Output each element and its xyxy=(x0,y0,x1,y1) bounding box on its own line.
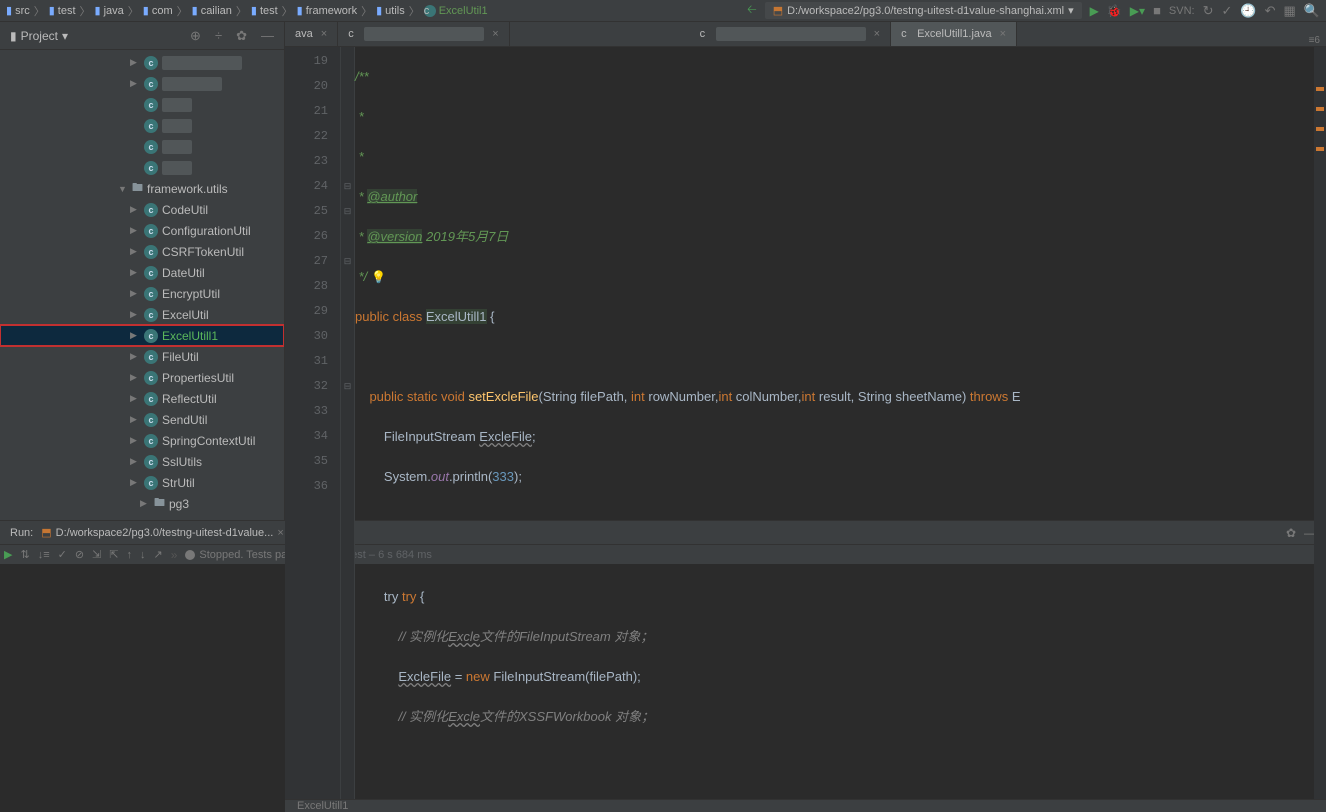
test-ignored-icon[interactable]: ⊘ xyxy=(75,548,84,561)
run-tab[interactable]: ⬒D:/workspace2/pg3.0/testng-uitest-d1val… xyxy=(41,526,284,539)
fold-icon[interactable]: ⊟ xyxy=(341,374,354,399)
bc-test[interactable]: ▮test xyxy=(49,4,76,17)
revert-icon[interactable]: ↶ xyxy=(1265,3,1276,19)
tree-file-sslutils[interactable]: ▶cSslUtils xyxy=(0,451,284,472)
target-icon[interactable]: ⊕ xyxy=(190,28,201,44)
history-icon[interactable]: 🕘 xyxy=(1240,3,1256,19)
gear-icon[interactable]: ✿ xyxy=(236,28,247,44)
debug-icon[interactable]: 🐞 xyxy=(1107,4,1122,18)
bc-java[interactable]: ▮java xyxy=(95,4,124,17)
tree-file-dateutil[interactable]: ▶cDateUtil xyxy=(0,262,284,283)
line-gutter: 192021222324252627282930313233343536 xyxy=(285,47,341,799)
layout-icon[interactable]: ▦ xyxy=(1284,3,1296,19)
tree-item-blur[interactable]: c xyxy=(0,115,284,136)
next-icon[interactable]: ↓ xyxy=(140,549,146,561)
run-label: Run: xyxy=(10,527,33,539)
close-icon[interactable]: × xyxy=(492,28,498,40)
sidebar-title[interactable]: ▮ Project ▾ xyxy=(10,29,68,43)
run-icon[interactable]: ▶ xyxy=(4,548,12,561)
tree-file-springcontextutil[interactable]: ▶cSpringContextUtil xyxy=(0,430,284,451)
close-icon[interactable]: × xyxy=(321,28,327,40)
export-icon[interactable]: ↗ xyxy=(153,548,162,561)
fold-icon[interactable]: ⊟ xyxy=(341,249,354,274)
nav-back-icon[interactable]: 🡠 xyxy=(747,0,757,21)
tree-file-configurationutil[interactable]: ▶cConfigurationUtil xyxy=(0,220,284,241)
expand-icon[interactable]: ⇲ xyxy=(92,548,101,561)
tree-file-excelutil[interactable]: ▶cExcelUtil xyxy=(0,304,284,325)
bulb-icon[interactable]: 💡 xyxy=(371,270,386,284)
bc-src[interactable]: ▮src xyxy=(6,4,30,17)
hide-icon[interactable]: — xyxy=(261,28,274,44)
tab-active[interactable]: cExcelUtill1.java× xyxy=(891,22,1017,46)
tab-blur[interactable]: c× xyxy=(690,22,891,46)
bc-utils[interactable]: ▮utils xyxy=(376,4,405,17)
prev-icon[interactable]: ↑ xyxy=(126,549,132,561)
tree-file-encryptutil[interactable]: ▶cEncryptUtil xyxy=(0,283,284,304)
tree-item-blur[interactable]: c xyxy=(0,94,284,115)
tree-file-fileutil[interactable]: ▶cFileUtil xyxy=(0,346,284,367)
bc-framework[interactable]: ▮framework xyxy=(297,4,357,17)
tab-ava[interactable]: ava× xyxy=(285,22,338,46)
test-filter-icon[interactable]: ↓≡ xyxy=(38,549,50,561)
fold-icon[interactable]: ⊟ xyxy=(341,174,354,199)
bc-test2[interactable]: ▮test xyxy=(251,4,278,17)
bc-com[interactable]: ▮com xyxy=(143,4,173,17)
tree-file-propertiesutil[interactable]: ▶cPropertiesUtil xyxy=(0,367,284,388)
error-strip[interactable] xyxy=(1314,47,1326,799)
run-icon[interactable]: ▶ xyxy=(1090,4,1099,18)
collapse-icon[interactable]: ÷ xyxy=(215,28,222,44)
tree-item-blur[interactable]: ▶c xyxy=(0,73,284,94)
close-icon[interactable]: × xyxy=(277,527,283,539)
code-editor[interactable]: 192021222324252627282930313233343536 ⊟ ⊟… xyxy=(285,47,1326,799)
fold-column: ⊟ ⊟ ⊟ ⊟ xyxy=(341,47,355,799)
code-content[interactable]: /** * * * @author * @version 2019年5月7日 *… xyxy=(355,47,1326,799)
tree-file-sendutil[interactable]: ▶cSendUtil xyxy=(0,409,284,430)
editor-tabs: ava× c× c× cExcelUtill1.java× ≡6 xyxy=(285,22,1326,47)
tree-package[interactable]: ▼🖿framework.utils xyxy=(0,178,284,199)
tree-file-excelutill1[interactable]: ▶cExcelUtill1 xyxy=(0,325,284,346)
bc-cailian[interactable]: ▮cailian xyxy=(192,4,232,17)
tree-item-blur[interactable]: c xyxy=(0,157,284,178)
project-sidebar: ▮ Project ▾ ⊕ ÷ ✿ — ▶c ▶c c c c c ▼🖿fram… xyxy=(0,22,285,520)
stop-icon[interactable]: ■ xyxy=(1153,3,1161,18)
tab-list-icon[interactable]: ≡6 xyxy=(1303,35,1326,46)
commit-icon[interactable]: ✓ xyxy=(1222,3,1233,19)
collapse-icon[interactable]: ⇱ xyxy=(109,548,118,561)
run-config-dropdown[interactable]: ⬒D:/workspace2/pg3.0/testng-uitest-d1val… xyxy=(765,2,1082,19)
search-icon[interactable]: 🔍 xyxy=(1304,3,1320,19)
test-sort-icon[interactable]: ⇅ xyxy=(20,548,29,561)
sidebar-header: ▮ Project ▾ ⊕ ÷ ✿ — xyxy=(0,22,284,50)
update-icon[interactable]: ↻ xyxy=(1203,3,1214,19)
editor-panel: ava× c× c× cExcelUtill1.java× ≡6 1920212… xyxy=(285,22,1326,520)
bc-class[interactable]: cExcelUtil1 xyxy=(424,5,488,17)
tree-item-blur[interactable]: c xyxy=(0,136,284,157)
top-toolbar: ▮src〉 ▮test〉 ▮java〉 ▮com〉 ▮cailian〉 ▮tes… xyxy=(0,0,1326,22)
stop-status-icon xyxy=(185,550,195,560)
run-menu-icon[interactable]: ▶▾ xyxy=(1130,4,1145,18)
svn-label: SVN: xyxy=(1169,5,1195,17)
tab-blur[interactable]: c× xyxy=(338,22,509,46)
tree-file-reflectutil[interactable]: ▶cReflectUtil xyxy=(0,388,284,409)
close-icon[interactable]: × xyxy=(874,28,880,40)
breadcrumb: ▮src〉 ▮test〉 ▮java〉 ▮com〉 ▮cailian〉 ▮tes… xyxy=(6,3,488,19)
tree-item-blur[interactable]: ▶c xyxy=(0,52,284,73)
fold-icon[interactable]: ⊟ xyxy=(341,199,354,224)
tree-file-csrftokenutil[interactable]: ▶cCSRFTokenUtil xyxy=(0,241,284,262)
project-tree[interactable]: ▶c ▶c c c c c ▼🖿framework.utils ▶cCodeUt… xyxy=(0,50,284,520)
close-icon[interactable]: × xyxy=(1000,28,1006,40)
tree-file-codeutil[interactable]: ▶cCodeUtil xyxy=(0,199,284,220)
editor-breadcrumb[interactable]: ExcelUtill1 xyxy=(285,799,1326,812)
test-passed-icon[interactable]: ✓ xyxy=(58,548,67,561)
tree-file-strutil[interactable]: ▶cStrUtil xyxy=(0,472,284,493)
tree-pg3[interactable]: ▶🖿pg3 xyxy=(0,493,284,514)
